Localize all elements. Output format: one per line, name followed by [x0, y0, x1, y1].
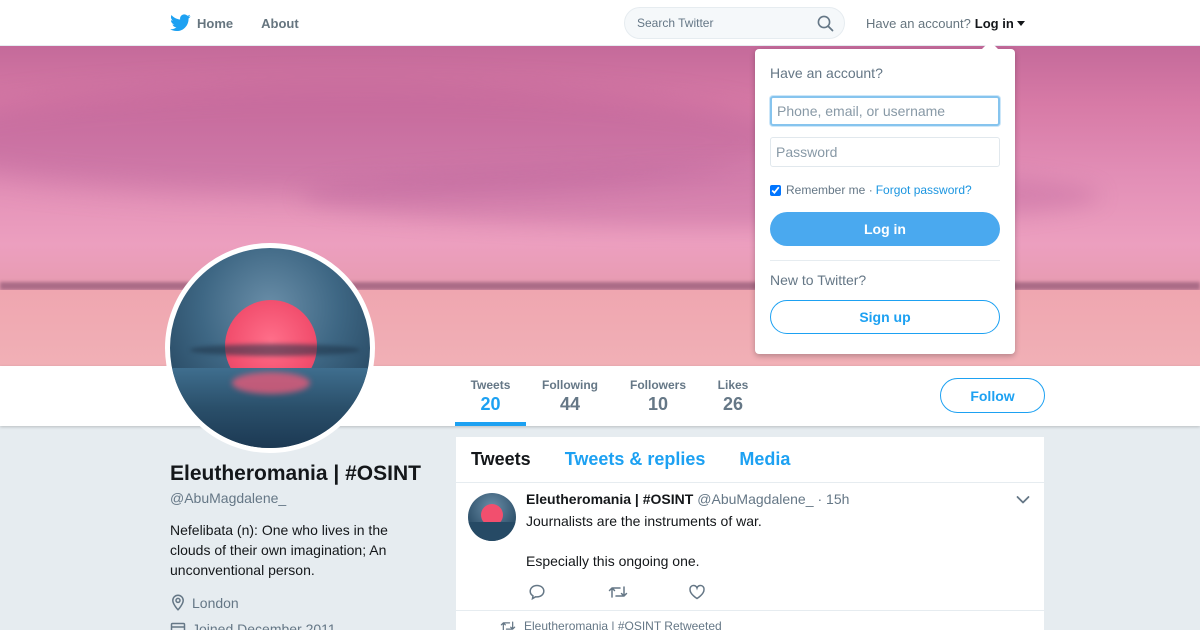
- stat-value: 44: [559, 394, 581, 414]
- tweet-header: Eleutheromania | #OSINT @AbuMagdalene_ ·…: [526, 491, 849, 507]
- avatar-cloud: [190, 344, 360, 356]
- search-box: [624, 7, 845, 39]
- search-icon[interactable]: [817, 15, 834, 32]
- new-to-twitter-label: New to Twitter?: [770, 272, 867, 288]
- tweet-text-line: Especially this ongoing one.: [526, 553, 700, 569]
- login-button[interactable]: Log in: [770, 212, 1000, 246]
- nav-about[interactable]: About: [261, 0, 299, 46]
- forgot-password-link[interactable]: Forgot password?: [876, 183, 972, 197]
- tweet-author-handle[interactable]: @AbuMagdalene_: [697, 491, 813, 507]
- follow-button[interactable]: Follow: [940, 378, 1045, 413]
- profile-bio: Nefelibata (n): One who lives in the clo…: [170, 522, 388, 578]
- tab-tweets[interactable]: Tweets: [471, 449, 531, 470]
- location-icon: [172, 594, 184, 611]
- stat-tweets[interactable]: Tweets 20: [455, 366, 526, 426]
- profile-name: Eleutheromania | #OSINT: [170, 462, 421, 485]
- profile-handle: @AbuMagdalene_: [170, 490, 287, 506]
- stat-followers[interactable]: Followers 10: [625, 366, 691, 426]
- profile-avatar[interactable]: [165, 243, 375, 453]
- stat-label: Likes: [717, 378, 749, 392]
- retweet-icon: [500, 621, 516, 630]
- twitter-bird-icon: [170, 14, 191, 32]
- nav-home[interactable]: Home: [170, 0, 233, 46]
- password-field[interactable]: [770, 137, 1000, 167]
- login-dropdown-toggle[interactable]: Log in: [975, 16, 1025, 31]
- remember-label[interactable]: Remember me ·: [786, 183, 873, 197]
- login-dropdown: Have an account? Remember me · Forgot pa…: [755, 41, 1015, 354]
- dropdown-arrow: [981, 41, 999, 50]
- like-action[interactable]: [688, 583, 768, 601]
- search-input[interactable]: [637, 16, 807, 30]
- caret-down-icon: [1016, 20, 1025, 26]
- profile-location: London: [170, 594, 239, 611]
- avatar-reflection: [232, 372, 310, 394]
- stat-likes[interactable]: Likes 26: [711, 366, 755, 426]
- signup-button[interactable]: Sign up: [770, 300, 1000, 334]
- reply-action[interactable]: [528, 583, 608, 601]
- tab-tweets-replies[interactable]: Tweets & replies: [565, 449, 706, 470]
- chevron-down-icon[interactable]: [1016, 495, 1030, 505]
- stat-label: Tweets: [470, 378, 511, 392]
- have-account: Have an account? Log in: [866, 0, 1025, 46]
- tweet-author-name[interactable]: Eleutheromania | #OSINT: [526, 491, 693, 507]
- banner-horizon: [0, 282, 1200, 290]
- nav-left: Home About: [170, 0, 327, 46]
- stat-label: Followers: [629, 378, 686, 392]
- tweet-avatar[interactable]: [468, 493, 516, 541]
- retweeted-text[interactable]: Eleutheromania | #OSINT Retweeted: [524, 619, 722, 630]
- retweet-action[interactable]: [608, 583, 688, 601]
- retweet-icon: [608, 586, 628, 598]
- stat-value: 26: [722, 394, 744, 414]
- like-icon: [689, 584, 705, 600]
- stat-value: 10: [647, 394, 669, 414]
- dropdown-title: Have an account?: [770, 65, 883, 81]
- timeline: Tweets Tweets & replies Media Eleutherom…: [456, 437, 1044, 630]
- tweet-timestamp[interactable]: · 15h: [817, 491, 849, 507]
- stat-value: 20: [480, 394, 501, 414]
- dropdown-divider: [770, 260, 1000, 261]
- login-link-label: Log in: [974, 15, 1014, 31]
- have-account-label: Have an account?: [866, 15, 971, 31]
- profile-joined-text: Joined December 2011: [192, 621, 336, 630]
- tweet-avatar-sea: [468, 522, 516, 541]
- stat-label: Following: [542, 378, 598, 392]
- nav-home-label: Home: [197, 15, 234, 31]
- retweeted-indicator: Eleutheromania | #OSINT Retweeted: [500, 619, 722, 630]
- stat-following[interactable]: Following 44: [537, 366, 603, 426]
- tweet-text-line: Journalists are the instruments of war.: [526, 513, 762, 529]
- calendar-icon: [170, 622, 186, 630]
- tweet-actions: [528, 583, 768, 601]
- top-nav: Home About Have an account? Log in: [0, 0, 1200, 46]
- remember-checkbox[interactable]: [770, 184, 781, 196]
- tweet-text: Journalists are the instruments of war. …: [526, 511, 762, 591]
- remember-row: Remember me · Forgot password?: [770, 183, 972, 197]
- timeline-tabs: Tweets Tweets & replies Media: [456, 437, 1044, 483]
- tab-media[interactable]: Media: [739, 449, 790, 470]
- nav-about-label: About: [261, 15, 299, 31]
- profile-location-text: London: [192, 594, 239, 611]
- profile-joined: Joined December 2011: [170, 621, 336, 630]
- username-field[interactable]: [770, 96, 1000, 126]
- reply-icon: [529, 584, 545, 601]
